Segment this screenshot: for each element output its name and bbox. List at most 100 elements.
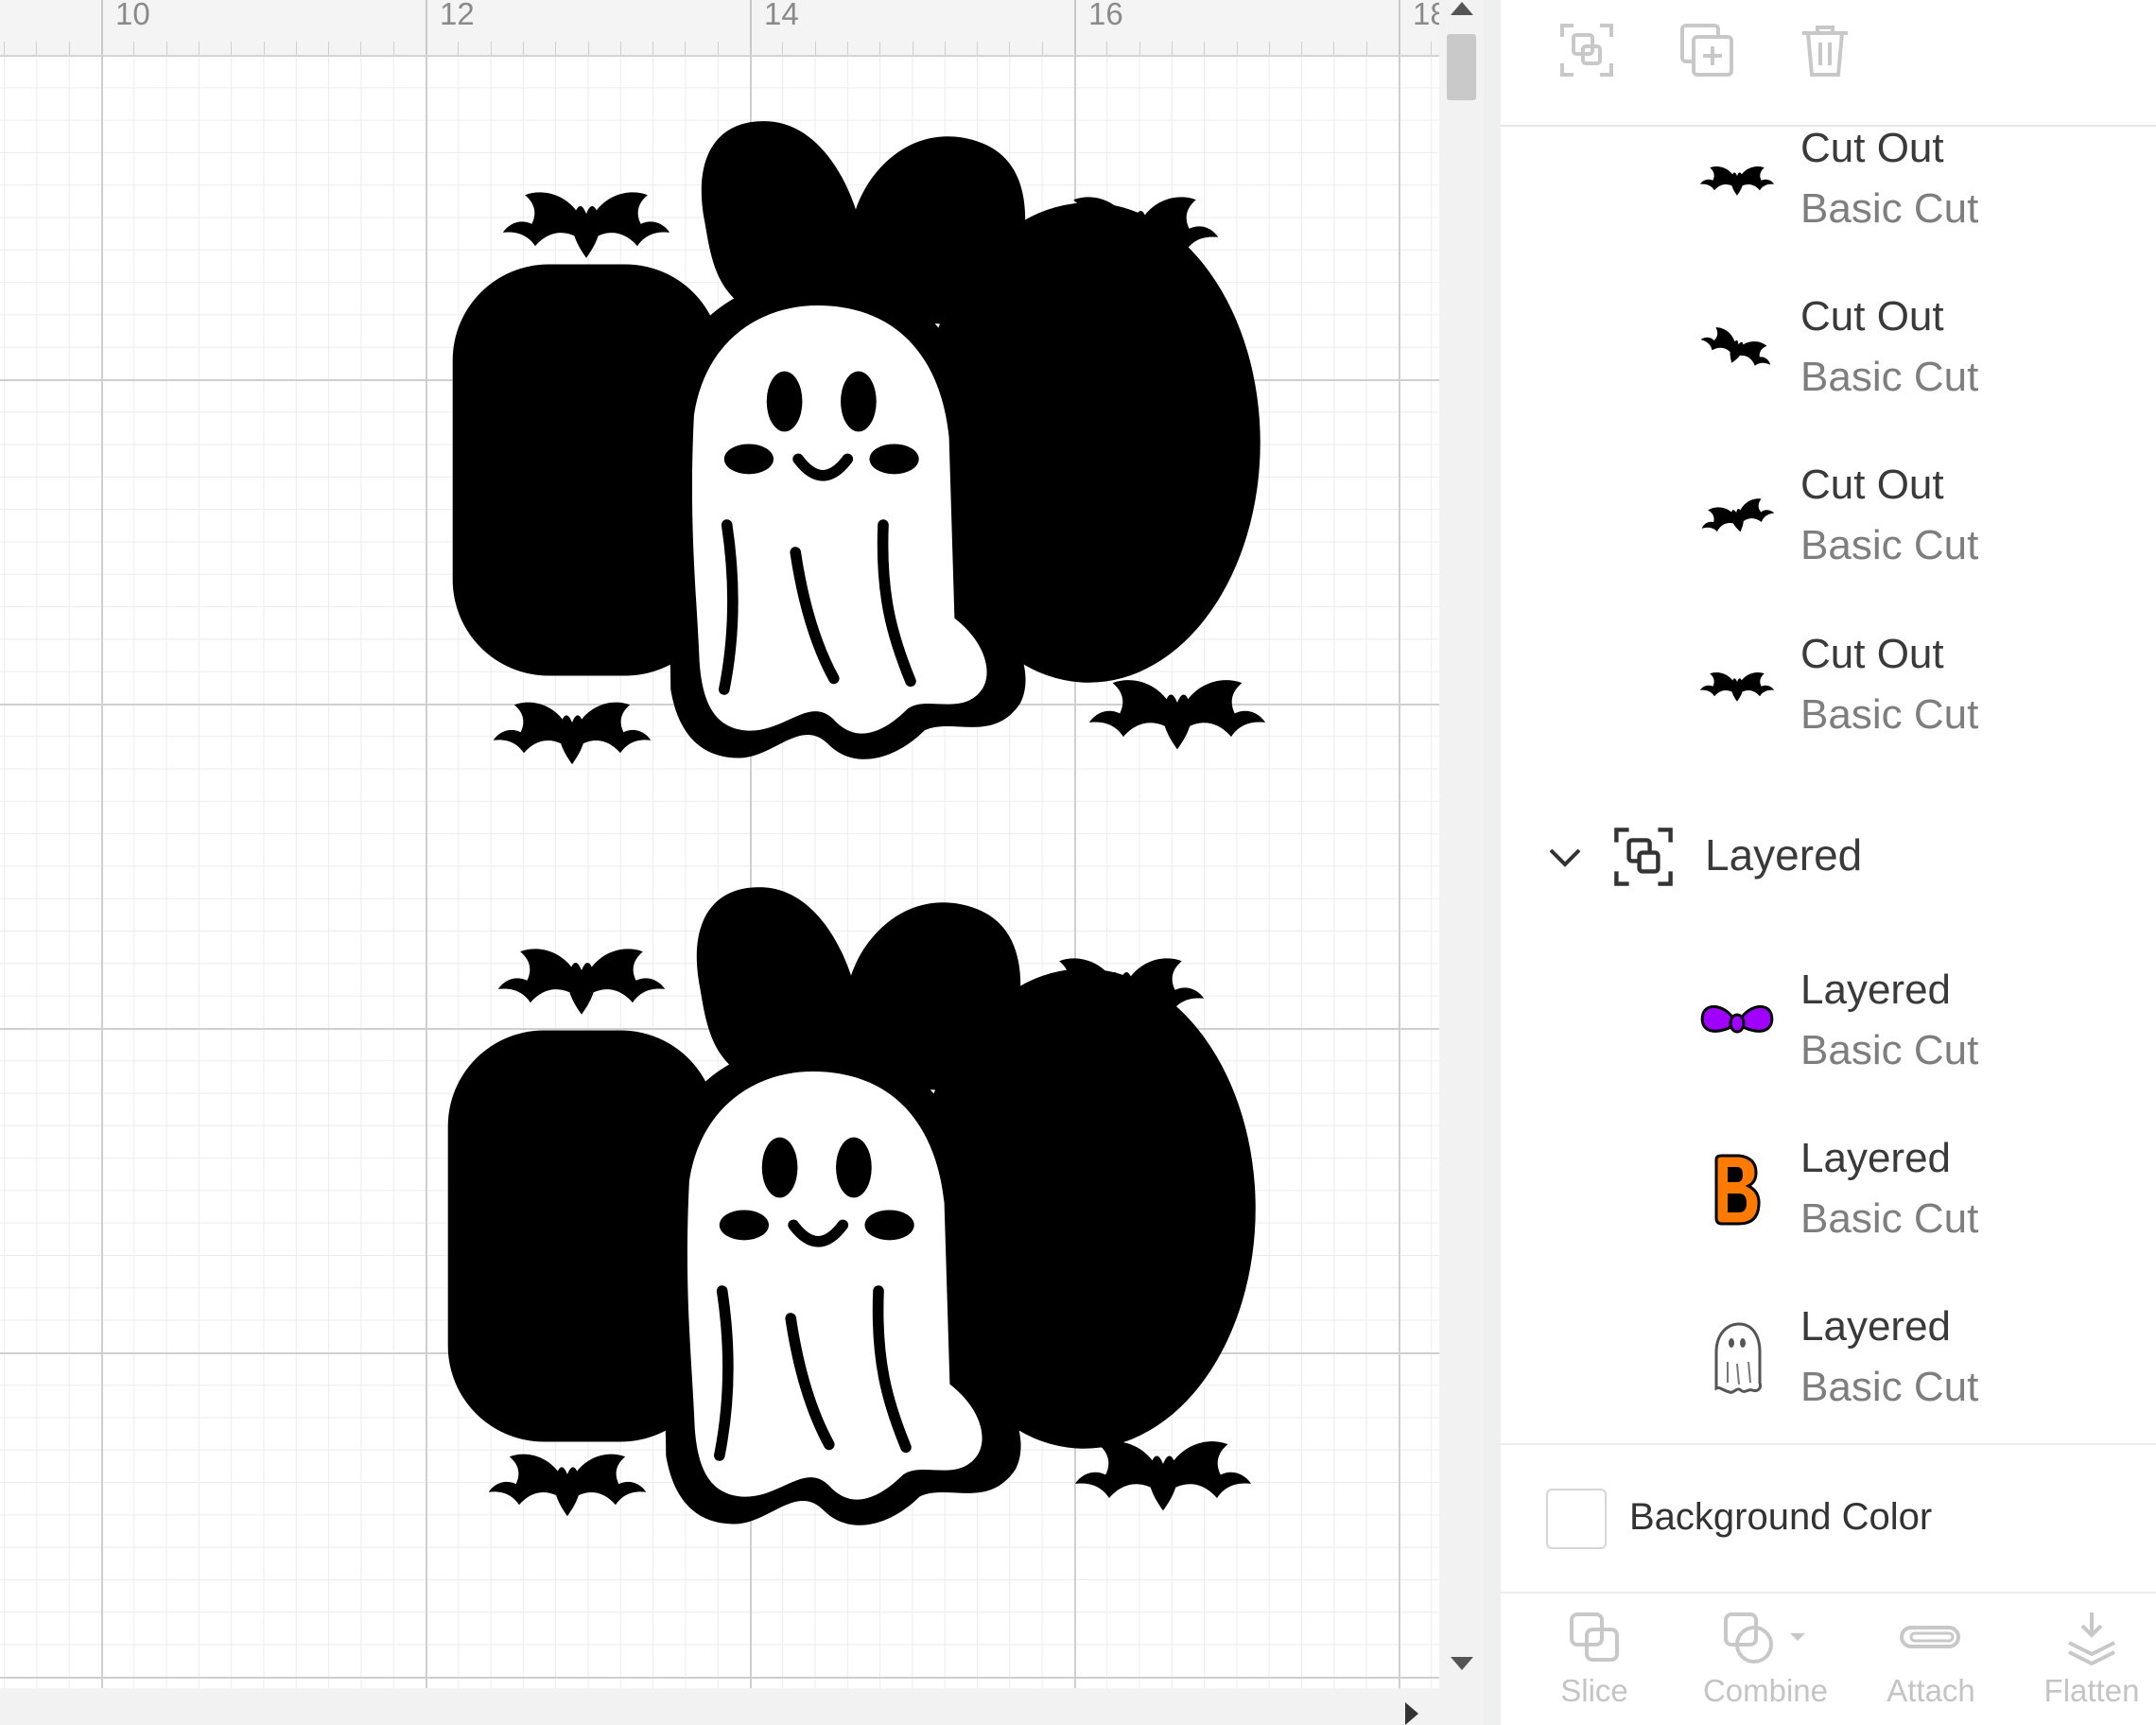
layer-row[interactable]: Cut Out Basic Cut xyxy=(1501,272,2156,438)
layer-actions-bar: Slice Combine Attach Flatten xyxy=(1501,1592,2156,1725)
attach-label: Attach xyxy=(1886,1673,1975,1708)
combine-button[interactable]: Combine xyxy=(1690,1609,1841,1722)
slice-button[interactable]: Slice xyxy=(1533,1609,1656,1722)
letter-b-icon xyxy=(1695,1152,1780,1228)
layer-operation: Basic Cut xyxy=(1800,1364,1979,1410)
chevron-down-icon[interactable] xyxy=(1543,835,1587,879)
horizontal-ruler: 10 12 14 16 18 xyxy=(0,0,1439,56)
ruler-minor-tick xyxy=(1041,42,1043,55)
ruler-tick xyxy=(1399,0,1400,55)
ruler-minor-tick xyxy=(1431,42,1433,55)
boo-ghost-outline-art: .o .letter-fill{fill:#fff} .o .bow-fill{… xyxy=(430,880,1272,1579)
scrollbar-thumb[interactable] xyxy=(1447,34,1476,100)
ruler-minor-tick xyxy=(944,42,946,55)
layer-name: Layered xyxy=(1800,1303,1952,1350)
flatten-label: Flatten xyxy=(2043,1673,2140,1708)
ruler-tick xyxy=(750,0,752,55)
layer-row[interactable]: Layered Basic Cut xyxy=(1501,1282,2156,1448)
trash-icon[interactable] xyxy=(1792,17,1858,83)
ruler-minor-tick xyxy=(1171,42,1173,55)
ruler-minor-tick xyxy=(36,42,38,55)
layer-name: Layered xyxy=(1800,1135,1952,1181)
layer-row[interactable]: Cut Out Basic Cut xyxy=(1501,441,2156,606)
layer-row[interactable]: Layered Basic Cut xyxy=(1501,1114,2156,1280)
layer-operation: Basic Cut xyxy=(1800,1195,1979,1242)
layer-name: Cut Out xyxy=(1800,462,1944,508)
scroll-right-icon[interactable] xyxy=(1405,1702,1418,1725)
boo-design-outline[interactable]: .o .letter-fill{fill:#fff} .o .bow-fill{… xyxy=(430,880,1272,1579)
slice-label: Slice xyxy=(1560,1673,1628,1708)
layer-name: Cut Out xyxy=(1800,125,1944,171)
ruler-label: 16 xyxy=(1088,0,1123,31)
layer-row[interactable]: Cut Out Basic Cut xyxy=(1501,610,2156,775)
ruler-label: 12 xyxy=(440,0,475,31)
horizontal-scrollbar[interactable] xyxy=(0,1688,1484,1725)
ruler-label: 10 xyxy=(115,0,150,31)
layer-operation: Basic Cut xyxy=(1800,522,1979,568)
scroll-up-icon[interactable] xyxy=(1451,2,1473,15)
vertical-scrollbar[interactable] xyxy=(1439,0,1484,1688)
ruler-minor-tick xyxy=(328,42,330,55)
ruler-minor-tick xyxy=(133,42,135,55)
combine-icon xyxy=(1724,1612,1805,1664)
layer-group-layered[interactable]: Layered xyxy=(1501,809,2156,903)
ruler-minor-tick xyxy=(685,42,687,55)
ruler-minor-tick xyxy=(977,42,979,55)
bat-icon xyxy=(1695,142,1780,218)
ruler-tick xyxy=(426,0,427,55)
ruler-minor-tick xyxy=(879,42,881,55)
bat-icon xyxy=(1695,479,1780,554)
layer-name: Cut Out xyxy=(1800,293,1944,340)
layer-operation: Basic Cut xyxy=(1800,691,1979,738)
boo-design-colored[interactable]: .c .letter-fill{fill:#ff7a00} .c .bow-fi… xyxy=(435,113,1277,813)
ruler-tick xyxy=(1074,0,1076,55)
ruler-minor-tick xyxy=(587,42,589,55)
ruler-minor-tick xyxy=(619,42,621,55)
panel-divider xyxy=(1484,0,1501,1725)
ruler-minor-tick xyxy=(295,42,297,55)
ruler-minor-tick xyxy=(1268,42,1270,55)
ruler-minor-tick xyxy=(198,42,200,55)
ruler-minor-tick xyxy=(555,42,557,55)
bat-icon xyxy=(1695,310,1780,386)
ruler-minor-tick xyxy=(263,42,265,55)
ruler-minor-tick xyxy=(490,42,492,55)
design-canvas[interactable]: 10 12 14 16 18 .c .letter-fill{fill:#ff7… xyxy=(0,0,1439,1688)
layers-panel: Cut Out Basic Cut Cut Out Basic Cut Cut … xyxy=(1501,0,2156,1725)
ruler-minor-tick xyxy=(165,42,167,55)
boo-ghost-colored-art: .c .letter-fill{fill:#ff7a00} .c .bow-fi… xyxy=(435,113,1277,813)
background-color-swatch[interactable] xyxy=(1546,1489,1607,1549)
group-icon[interactable] xyxy=(1554,17,1620,83)
ruler-minor-tick xyxy=(782,42,784,55)
scroll-down-icon[interactable] xyxy=(1451,1657,1473,1670)
layer-row[interactable]: Layered Basic Cut xyxy=(1501,946,2156,1111)
layer-name: Cut Out xyxy=(1800,631,1944,677)
group-label: Layered xyxy=(1705,830,1863,880)
layer-row[interactable]: Cut Out Basic Cut xyxy=(1501,104,2156,270)
layer-name: Layered xyxy=(1800,967,1952,1013)
ruler-minor-tick xyxy=(458,42,460,55)
ruler-label: 14 xyxy=(764,0,799,31)
group-icon xyxy=(1614,828,1673,886)
attach-button[interactable]: Attach xyxy=(1869,1609,1992,1722)
ruler-label: 18 xyxy=(1413,0,1439,31)
attach-icon xyxy=(1900,1626,1960,1648)
duplicate-icon[interactable] xyxy=(1674,17,1740,83)
bow-icon xyxy=(1695,984,1780,1059)
flatten-button[interactable]: Flatten xyxy=(2030,1609,2153,1722)
background-color-label: Background Color xyxy=(1629,1496,1933,1538)
flatten-icon xyxy=(2068,1612,2115,1665)
ruler-minor-tick xyxy=(1139,42,1140,55)
background-color-row[interactable]: Background Color xyxy=(1501,1443,2156,1594)
ruler-minor-tick xyxy=(68,42,70,55)
ghost-icon xyxy=(1695,1320,1780,1396)
ruler-minor-tick xyxy=(846,42,848,55)
ruler-minor-tick xyxy=(1106,42,1108,55)
combine-label: Combine xyxy=(1702,1673,1829,1708)
ruler-minor-tick xyxy=(1204,42,1206,55)
ruler-minor-tick xyxy=(1301,42,1303,55)
ruler-minor-tick xyxy=(522,42,524,55)
ruler-minor-tick xyxy=(1365,42,1367,55)
ruler-minor-tick xyxy=(1236,42,1238,55)
ruler-minor-tick xyxy=(1333,42,1335,55)
